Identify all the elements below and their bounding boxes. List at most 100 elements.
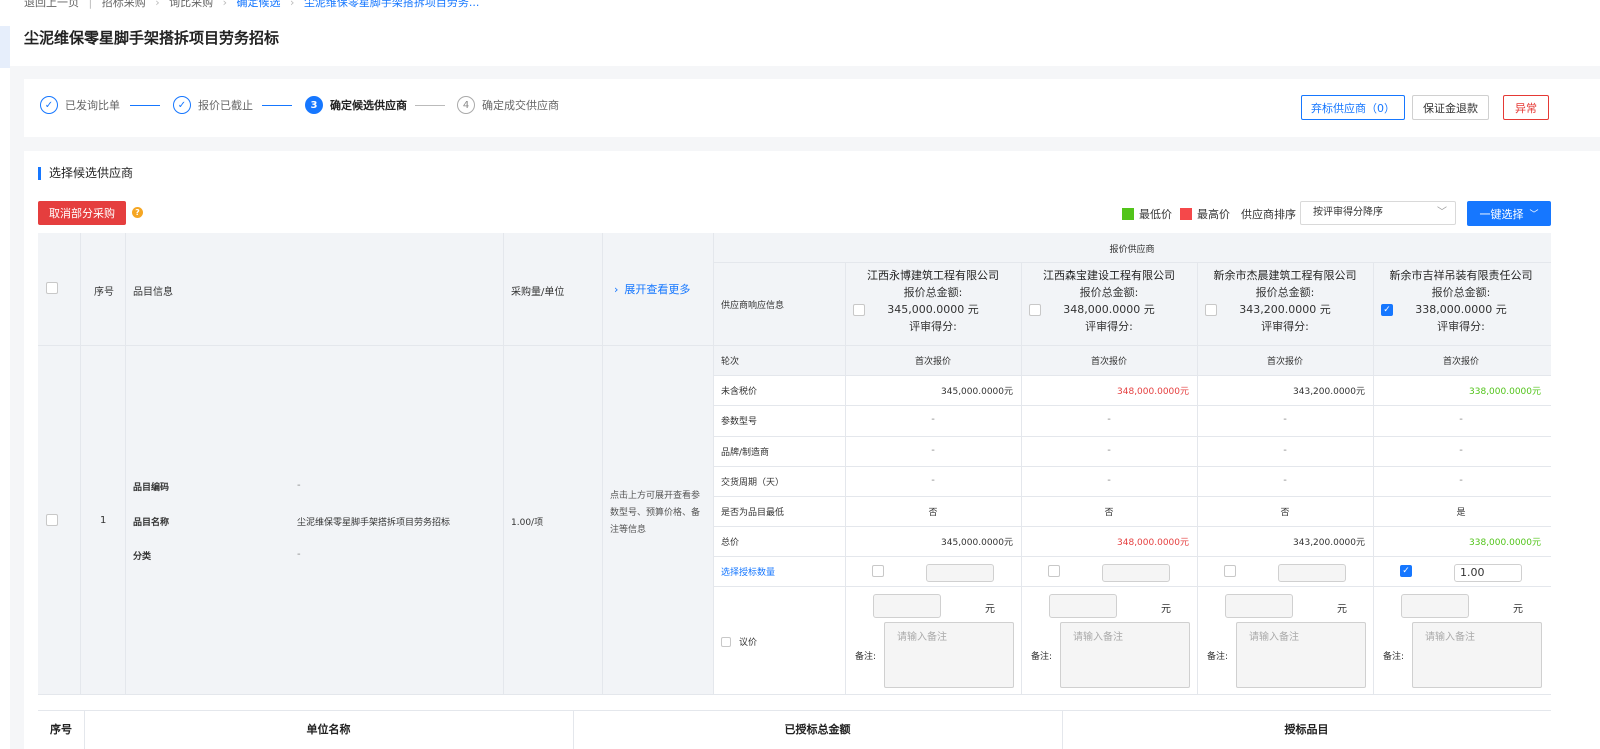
chevron-down-icon: ﹀ <box>1529 210 1539 220</box>
select-all-checkbox[interactable] <box>46 282 58 294</box>
back-link[interactable]: 退回上一页 <box>24 0 79 10</box>
name-label: 品目名称 <box>133 518 170 528</box>
step-connector <box>262 105 292 106</box>
award-qty-input[interactable] <box>1102 564 1170 582</box>
round-cell: 首次报价 <box>914 357 951 367</box>
label-brand: 品牌/制造商 <box>721 448 770 458</box>
label-is-lowest: 是否为品目最低 <box>721 508 785 518</box>
supplier-name: 江西森宝建设工程有限公司 <box>1043 269 1175 282</box>
unit-label: 元 <box>985 604 995 615</box>
summary-unit-name: 单位名称 <box>306 723 351 736</box>
supplier-score-label: 评审得分: <box>1085 320 1133 333</box>
round-cell: 首次报价 <box>1266 357 1303 367</box>
remark-textarea[interactable]: 请输入备注 <box>1236 622 1366 688</box>
negotiate-price-input[interactable] <box>1225 594 1293 618</box>
deposit-refund-button[interactable]: 保证金退款 <box>1412 95 1489 120</box>
label-award-qty[interactable]: 选择授标数量 <box>721 565 775 578</box>
price-cell: 348,000.0000元 <box>1117 387 1189 397</box>
step-connector <box>415 105 445 106</box>
abnormal-button[interactable]: 异常 <box>1503 95 1549 120</box>
summary-total-awarded: 已授标总金额 <box>784 723 851 736</box>
delivery-cell: - <box>1283 475 1287 486</box>
cancel-partial-button[interactable]: 取消部分采购 <box>38 201 126 225</box>
remark-label: 备注: <box>1031 652 1053 662</box>
award-checkbox[interactable] <box>1048 565 1060 577</box>
is-lowest-cell: 否 <box>1104 508 1114 518</box>
legend-lowest: 最低价 <box>1122 206 1172 222</box>
label-round: 轮次 <box>721 357 740 367</box>
abandon-supplier-button[interactable]: 弃标供应商（0） <box>1301 95 1405 120</box>
remark-textarea[interactable]: 请输入备注 <box>1412 622 1542 688</box>
brand-cell: - <box>1107 445 1111 456</box>
award-qty-input[interactable]: 1.00 <box>1454 564 1522 582</box>
price-cell: 345,000.0000元 <box>941 387 1013 397</box>
award-checkbox[interactable] <box>872 565 884 577</box>
award-checkbox[interactable] <box>1224 565 1236 577</box>
code-value: - <box>297 480 301 491</box>
breadcrumb-item[interactable]: 确定候选 <box>237 0 281 10</box>
sort-label: 供应商排序 <box>1241 208 1296 221</box>
code-label: 品目编码 <box>133 483 170 493</box>
award-qty-input[interactable] <box>1278 564 1346 582</box>
red-square-icon <box>1180 208 1192 220</box>
breadcrumb-item[interactable]: 招标采购 <box>102 0 146 10</box>
supplier-total: 348,000.0000 元 <box>1063 303 1155 316</box>
row-seq: 1 <box>100 515 107 526</box>
remark-textarea[interactable]: 请输入备注 <box>884 622 1014 688</box>
check-icon: ✓ <box>40 96 58 114</box>
supplier-total: 343,200.0000 元 <box>1239 303 1331 316</box>
breadcrumb-current: 尘泥维保零星脚手架搭拆项目劳务... <box>303 0 480 9</box>
left-nav-strip <box>0 0 10 749</box>
round-cell: 首次报价 <box>1090 357 1127 367</box>
negotiate-price-input[interactable] <box>1401 594 1469 618</box>
award-qty-input[interactable] <box>926 564 994 582</box>
negotiate-checkbox[interactable] <box>721 636 731 647</box>
expand-more-link[interactable]: › 展开查看更多 <box>614 281 690 297</box>
negotiate-option[interactable]: 议价 <box>721 635 757 648</box>
negotiate-price-input[interactable] <box>873 594 941 618</box>
summary-seq: 序号 <box>50 723 72 736</box>
brand-cell: - <box>1283 445 1287 456</box>
total-price-cell: 345,000.0000元 <box>941 538 1013 548</box>
help-icon[interactable]: ? <box>132 207 143 218</box>
step-confirm-candidate: 3 确定候选供应商 <box>305 96 407 114</box>
unit-label: 元 <box>1513 604 1523 615</box>
sort-select[interactable]: 按评审得分降序 ﹀ <box>1300 201 1456 225</box>
supplier-total-label: 报价总金额: <box>1079 286 1139 299</box>
header-quote-suppliers: 报价供应商 <box>1109 245 1155 255</box>
cat-label: 分类 <box>133 552 152 562</box>
brand-cell: - <box>1459 445 1463 456</box>
param-cell: - <box>1459 414 1463 425</box>
delivery-cell: - <box>1107 475 1111 486</box>
param-cell: - <box>1107 414 1111 425</box>
delivery-cell: - <box>1459 475 1463 486</box>
remark-textarea[interactable]: 请输入备注 <box>1060 622 1190 688</box>
breadcrumb-item[interactable]: 询比采购 <box>169 0 213 10</box>
step-closed: ✓ 报价已截止 <box>173 96 253 114</box>
price-cell: 343,200.0000元 <box>1293 387 1365 397</box>
negotiate-price-input[interactable] <box>1049 594 1117 618</box>
award-summary-table: 序号 单位名称 已授标总金额 授标品目 <box>38 710 1551 749</box>
section-title: 选择候选供应商 <box>38 167 133 180</box>
header-response-info: 供应商响应信息 <box>721 301 785 311</box>
name-value: 尘泥维保零星脚手架搭拆项目劳务招标 <box>297 518 451 528</box>
remark-label: 备注: <box>1383 652 1405 662</box>
row-checkbox[interactable] <box>46 514 58 526</box>
award-checkbox[interactable]: ✓ <box>1400 565 1412 577</box>
supplier-total-label: 报价总金额: <box>1255 286 1315 299</box>
qty-value: 1.00/项 <box>511 518 544 528</box>
supplier-total: 338,000.0000 元 <box>1415 303 1507 316</box>
header-qty-unit: 采购量/单位 <box>511 287 565 298</box>
one-click-select-button[interactable]: 一键选择 ﹀ <box>1467 201 1551 226</box>
supplier-total-label: 报价总金额: <box>1431 286 1491 299</box>
is-lowest-cell: 是 <box>1456 508 1466 518</box>
total-price-cell: 343,200.0000元 <box>1293 538 1365 548</box>
supplier-name: 新余市杰晨建筑工程有限公司 <box>1213 269 1357 282</box>
param-cell: - <box>931 414 935 425</box>
is-lowest-cell: 否 <box>1280 508 1290 518</box>
header-seq: 序号 <box>94 287 114 298</box>
brand-cell: - <box>931 445 935 456</box>
label-param: 参数型号 <box>721 417 758 427</box>
page-header: 退回上一页 | 招标采购 › 询比采购 › 确定候选 › 尘泥维保零星脚手架搭拆… <box>10 0 1600 66</box>
remark-label: 备注: <box>1207 652 1229 662</box>
